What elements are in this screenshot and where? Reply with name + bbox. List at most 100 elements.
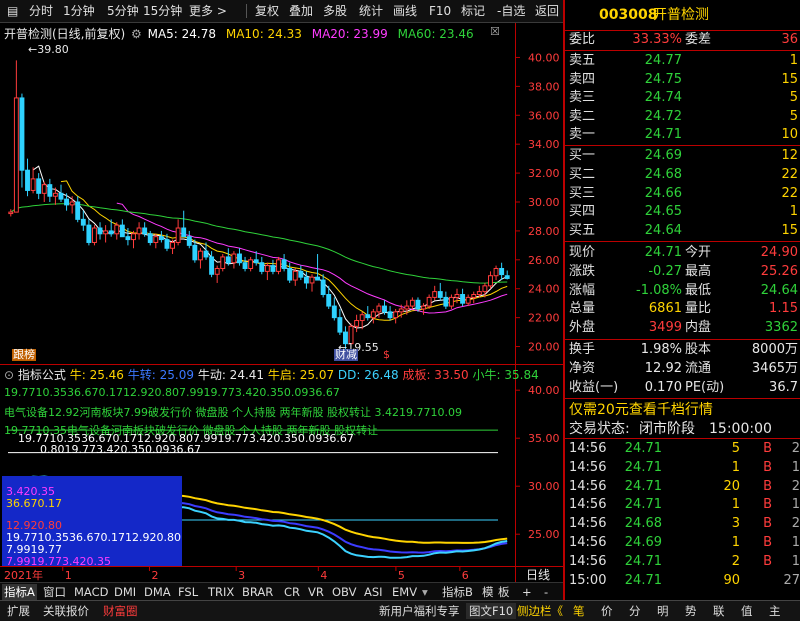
detail-tab-icon[interactable]: 明 [654,603,672,619]
bid-row: 买五 24.64 15 [565,222,800,240]
stat-row: 涨幅 -1.08% 最低 24.64 [565,282,800,300]
price-tab-icon[interactable]: 价 [598,603,616,619]
expand-button[interactable]: 扩展 [4,603,33,619]
tab-fenshi[interactable]: 分时 [26,3,56,19]
tab-trix[interactable]: TRIX [206,584,236,600]
indicator-title[interactable]: 指标公式 [18,368,66,382]
main-tab-icon[interactable]: 主 [766,603,784,619]
quote-panel: 003008 开普检测 委比 33.33% 委差 36 卖五 24.77 1 卖四 24… [563,0,800,600]
gear-icon[interactable]: ⚙ [131,27,142,41]
fuquan-button[interactable]: 复权 [252,3,282,19]
huaxian-button[interactable]: 画线 [390,3,420,19]
tab-5min[interactable]: 5分钟 [104,3,142,19]
toolbar-icon-grid[interactable]: ▤ [4,3,21,19]
stat-value: -0.27 [648,263,682,279]
tab-vr[interactable]: VR [306,584,326,600]
trade-side: B [763,497,772,513]
related-quotes-button[interactable]: 关联报价 [40,603,92,619]
candle-body [460,294,466,304]
sidebar-toggle-button[interactable]: 侧边栏《 [514,603,566,619]
stat-label: 最低 [685,282,712,298]
trade-time: 14:56 [569,497,607,513]
candle-body [225,256,231,264]
chart-close-icon[interactable]: ☒ [490,25,500,38]
tab-fsl[interactable]: FSL [176,584,200,600]
tab-indicator-b[interactable]: 指标B [440,584,475,600]
event-marker-mid[interactable]: 财减 [334,349,358,361]
trend-tab-icon[interactable]: 势 [682,603,700,619]
candle-body [443,296,449,307]
minute-tab-icon[interactable]: 分 [626,603,644,619]
tab-indicator-a[interactable]: 指标A [2,584,37,600]
bid-label: 买三 [569,185,596,201]
duogu-button[interactable]: 多股 [320,3,350,19]
zixuan-button[interactable]: -自选 [494,3,528,19]
indicator-settings-icon[interactable]: ⊙ [4,368,14,382]
tab-15min[interactable]: 15分钟 [140,3,185,19]
candle-body [41,184,47,194]
candle-body [482,285,488,293]
trade-volume: 5 [731,441,740,456]
candle-body [52,192,58,197]
promo-row[interactable]: 仅需20元查看千档行情 [565,401,800,419]
tab-cr[interactable]: CR [282,584,302,600]
trade-volume: 3 [731,516,740,532]
event-marker-left[interactable]: 跟榜 [12,349,36,361]
link-tab-icon[interactable]: 联 [710,603,728,619]
tab-1min[interactable]: 1分钟 [60,3,98,19]
candle-body [476,291,482,296]
tab-more-icon[interactable]: ▾ [420,584,430,600]
tab-more[interactable]: 更多 > [186,3,230,19]
tab-emv[interactable]: EMV [390,584,419,600]
stat-row: 外盘 3499 内盘 3362 [565,319,800,337]
candle-body [30,178,36,191]
candle-body [114,224,120,235]
tab-dma[interactable]: DMA [142,584,173,600]
candle-body [170,241,175,249]
tab-dmi[interactable]: DMI [112,584,138,600]
value-tab-icon[interactable]: 值 [738,603,756,619]
diejia-button[interactable]: 叠加 [286,3,316,19]
tick-tab-icon[interactable]: 笔 [570,603,588,619]
toolbar-divider [246,4,247,18]
tab-macd[interactable]: MACD [72,584,110,600]
zoom-out-button[interactable]: - [542,584,550,600]
trade-side: B [763,441,772,456]
bid-price: 24.66 [644,185,682,201]
tab-asi[interactable]: ASI [362,584,385,600]
tab-window[interactable]: 窗口 [41,584,68,600]
event-marker-dollar[interactable]: $ [383,349,390,361]
ask-row: 卖二 24.72 5 [565,108,800,126]
f10-graphic-button[interactable]: 图文F10 [466,603,517,619]
stat-label: 今开 [685,245,712,260]
trade-count: 2 [791,478,800,494]
new-user-benefit-link[interactable]: 新用户福利专享 [376,603,463,619]
ask-volume: 15 [781,71,798,87]
tab-obv[interactable]: OBV [330,584,358,600]
tab-mo[interactable]: 模 [480,584,496,600]
stat-label: 内盘 [685,320,712,336]
promo-link[interactable]: 仅需20元查看千档行情 [569,401,713,419]
f10-button[interactable]: F10 [426,3,454,19]
period-label[interactable]: 日线 [526,568,550,582]
biaoji-button[interactable]: 标记 [458,3,488,19]
y-tick-label: 20.00 [528,341,560,354]
trade-row: 14:56 24.71 1 B 1 [565,459,800,477]
indicator-value-dd: DD: 26.48 [337,368,399,382]
ma60-label: MA60: 23.46 [397,27,474,41]
ask-volume: 10 [781,127,798,142]
ask-price: 24.71 [644,127,682,142]
tab-ban[interactable]: 板 [496,584,512,600]
tongji-button[interactable]: 统计 [356,3,386,19]
trade-time: 14:56 [569,441,607,456]
candle-body [493,267,499,277]
trade-count: 2 [791,441,800,456]
trade-side: B [763,535,772,550]
bottom-bar: 扩展 关联报价 财富圈 新用户福利专享 图文F10 侧边栏《 笔 价 分 明 势… [0,600,800,621]
zoom-in-button[interactable]: + [520,584,534,600]
wealth-circle-button[interactable]: 财富圈 [100,603,141,619]
back-button[interactable]: 返回 [532,3,562,19]
tab-brar[interactable]: BRAR [240,584,275,600]
weibi-label: 委比 [569,32,596,47]
trade-count: 2 [791,516,800,532]
